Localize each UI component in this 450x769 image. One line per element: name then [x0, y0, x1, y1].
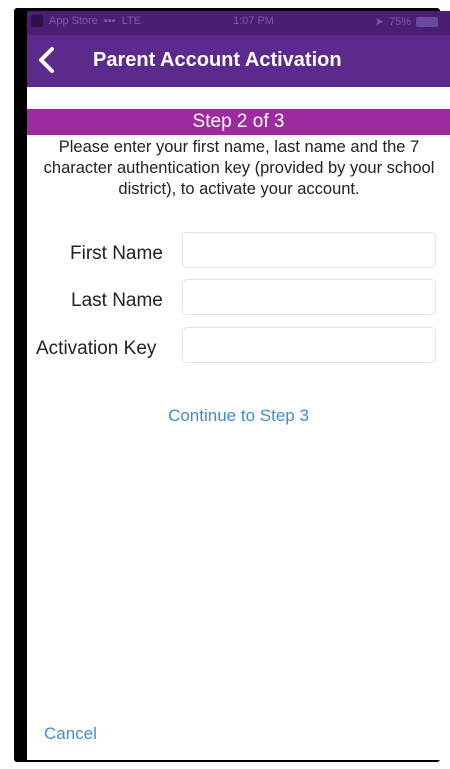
activation-key-label: Activation Key: [36, 338, 157, 359]
status-battery: 75%: [388, 15, 411, 28]
step-indicator: Step 2 of 3: [27, 109, 450, 135]
nav-bar: Parent Account Activation: [27, 35, 450, 87]
instructions-text: Please enter your first name, last name …: [43, 138, 435, 198]
continue-button[interactable]: Continue to Step 3: [27, 406, 450, 426]
status-bar: App Store ▪▪▪ LTE 1:07 PM ➤ 75%: [27, 11, 450, 35]
status-time-wrap: 1:07 PM: [233, 15, 274, 27]
step-spacer: [27, 87, 450, 109]
chevron-left-icon: [39, 47, 54, 73]
last-name-label: Last Name: [71, 290, 163, 311]
battery-icon: [416, 16, 438, 27]
activation-key-field[interactable]: [182, 327, 436, 363]
first-name-label: First Name: [70, 243, 163, 264]
status-left: App Store ▪▪▪ LTE: [31, 15, 141, 27]
cancel-button[interactable]: Cancel: [44, 724, 97, 744]
app-screen: App Store ▪▪▪ LTE 1:07 PM ➤ 75% Parent A…: [27, 11, 450, 760]
last-name-field[interactable]: [182, 279, 436, 315]
status-network: LTE: [121, 15, 141, 27]
app-store-icon: [31, 15, 43, 27]
signal-icon: ▪▪▪: [103, 15, 116, 27]
status-time: 1:07 PM: [233, 15, 274, 27]
back-button[interactable]: [33, 43, 63, 77]
page-title: Parent Account Activation: [93, 49, 342, 71]
first-name-field[interactable]: [182, 232, 436, 268]
status-right: ➤ 75%: [375, 15, 438, 28]
status-carrier: App Store: [49, 15, 98, 27]
location-icon: ➤: [374, 16, 384, 28]
